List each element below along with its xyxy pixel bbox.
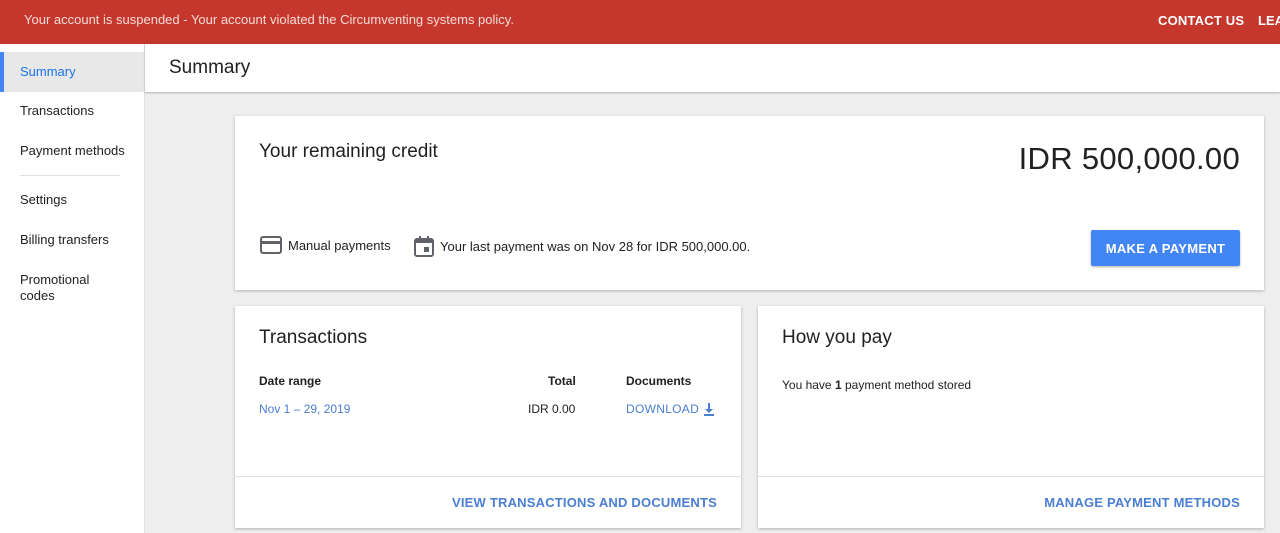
transactions-title: Transactions [259, 327, 368, 348]
page-title: Summary [169, 57, 251, 78]
view-transactions-link[interactable]: VIEW TRANSACTIONS AND DOCUMENTS [452, 495, 717, 510]
suspension-message: Your account is suspended - Your account… [24, 12, 514, 27]
how-you-pay-card: How you pay You have 1 payment method st… [758, 306, 1264, 528]
payment-type: Manual payments [260, 236, 391, 254]
transactions-footer: VIEW TRANSACTIONS AND DOCUMENTS [235, 476, 741, 528]
download-link[interactable]: DOWNLOAD [626, 402, 716, 416]
payment-method-count: 1 [834, 378, 842, 392]
leave-link[interactable]: LEA [1258, 13, 1280, 28]
sidebar-item-summary[interactable]: Summary [0, 52, 144, 92]
sidebar-item-billing-transfers[interactable]: Billing transfers [0, 232, 144, 248]
download-icon [704, 403, 715, 416]
how-you-pay-title: How you pay [782, 327, 892, 348]
remaining-credit-amount: IDR 500,000.00 [1018, 141, 1240, 176]
sidebar-divider [20, 175, 120, 176]
how-you-pay-footer: MANAGE PAYMENT METHODS [758, 476, 1264, 528]
calendar-icon [414, 236, 434, 257]
total-header: Total [548, 374, 576, 388]
sidebar-item-settings[interactable]: Settings [0, 192, 144, 208]
make-payment-button[interactable]: MAKE A PAYMENT [1091, 230, 1240, 266]
sidebar: Summary Transactions Payment methods Set… [0, 44, 145, 533]
last-payment-info: Your last payment was on Nov 28 for IDR … [414, 236, 750, 257]
documents-header: Documents [626, 374, 692, 388]
payment-summary-prefix: You have [782, 378, 835, 392]
payment-methods-summary: You have 1 payment method stored [782, 378, 971, 392]
contact-us-link[interactable]: CONTACT US [1158, 13, 1244, 28]
transaction-total: IDR 0.00 [528, 402, 576, 416]
manage-payment-methods-link[interactable]: MANAGE PAYMENT METHODS [1044, 495, 1240, 510]
last-payment-label: Your last payment was on Nov 28 for IDR … [440, 239, 751, 254]
page-header: Summary [145, 44, 1280, 92]
suspension-banner: Your account is suspended - Your account… [0, 0, 1280, 44]
credit-card-icon [260, 236, 282, 254]
payment-type-label: Manual payments [288, 237, 391, 253]
sidebar-item-transactions[interactable]: Transactions [0, 103, 144, 119]
payment-summary-suffix: payment method stored [841, 378, 972, 392]
remaining-credit-title: Your remaining credit [259, 141, 438, 162]
download-label: DOWNLOAD [626, 402, 700, 416]
sidebar-item-promotional-codes[interactable]: Promotional codes [0, 272, 110, 304]
date-range-header: Date range [259, 374, 322, 388]
date-range-link[interactable]: Nov 1 – 29, 2019 [259, 402, 350, 416]
transactions-card: Transactions Date range Total Documents … [235, 306, 741, 528]
sidebar-item-payment-methods[interactable]: Payment methods [0, 143, 144, 159]
remaining-credit-card: Your remaining credit IDR 500,000.00 Man… [235, 116, 1264, 290]
